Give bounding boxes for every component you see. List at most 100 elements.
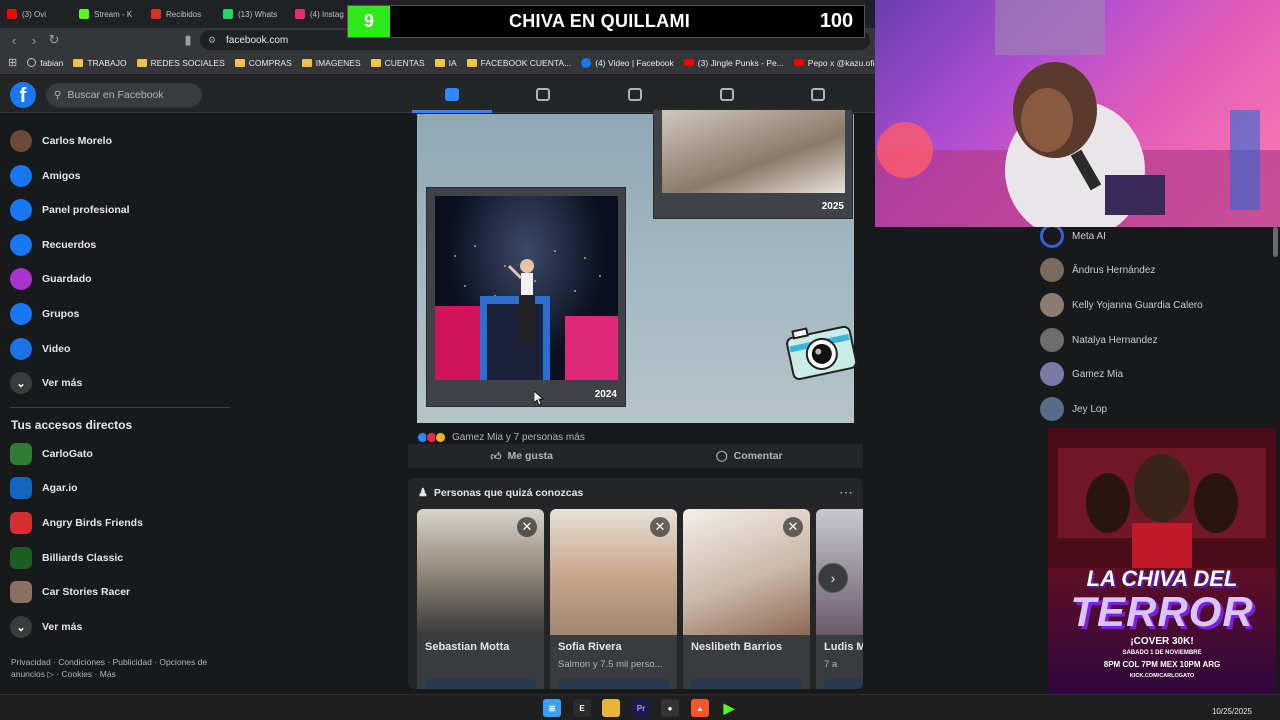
add-friend-button[interactable] bbox=[425, 679, 536, 689]
browser-tab[interactable]: Recibidos bbox=[144, 0, 216, 28]
shortcut-item[interactable]: Car Stories Racer bbox=[10, 577, 230, 607]
facebook-logo[interactable]: f bbox=[10, 82, 36, 108]
tab-label: Stream - K bbox=[94, 9, 133, 19]
sidebar-item[interactable]: Video bbox=[10, 334, 230, 364]
home-tab[interactable] bbox=[412, 75, 492, 113]
add-friend-button[interactable] bbox=[824, 679, 863, 689]
shortcut-item[interactable]: Angry Birds Friends bbox=[10, 508, 230, 538]
bookmark-item[interactable]: Pepo x @kazu.oficia... bbox=[793, 57, 875, 68]
kick-icon[interactable]: ▶ bbox=[720, 699, 738, 717]
reload-icon[interactable]: ↻ bbox=[44, 32, 64, 48]
bookmark-item[interactable]: TRABAJO bbox=[73, 58, 127, 68]
bookmark-item[interactable]: FACEBOOK CUENTA... bbox=[466, 58, 571, 68]
next-arrow-icon[interactable]: › bbox=[818, 563, 848, 593]
contact-item[interactable]: Natalya Hernandez bbox=[1040, 327, 1158, 353]
add-friend-button[interactable] bbox=[558, 679, 669, 689]
pymk-header: ♟ Personas que quizá conozcas bbox=[418, 486, 583, 500]
tab-favicon-icon bbox=[151, 9, 161, 19]
sidebar-item-label: Video bbox=[42, 343, 71, 355]
more-options-icon[interactable]: ⋯ bbox=[839, 484, 853, 501]
sidebar-item[interactable]: ⌄ Ver más bbox=[10, 368, 230, 398]
shortcut-item[interactable]: Agar.io bbox=[10, 473, 230, 503]
close-icon[interactable]: ✕ bbox=[517, 517, 537, 537]
windows-start-icon[interactable]: ⊞ bbox=[543, 699, 561, 717]
browser-tab[interactable]: (3) Ovi bbox=[0, 0, 72, 28]
video-tab[interactable] bbox=[595, 75, 675, 113]
apps-grid-icon[interactable]: ⊞ bbox=[8, 56, 17, 69]
footer-links[interactable]: Privacidad · Condiciones · Publicidad · … bbox=[11, 656, 226, 680]
bookmark-item[interactable]: IA bbox=[434, 57, 457, 68]
bookmark-item[interactable]: REDES SOCIALES bbox=[136, 58, 225, 68]
contact-item[interactable]: Āndrus Hernández bbox=[1040, 257, 1155, 283]
scrollbar[interactable] bbox=[1273, 227, 1278, 257]
obs-icon[interactable]: ● bbox=[661, 699, 679, 717]
browser-tab[interactable]: (13) Whats bbox=[216, 0, 288, 28]
memory-card[interactable]: 2025 2024 bbox=[417, 109, 858, 423]
shortcut-icon bbox=[10, 581, 32, 603]
marketplace-tab[interactable] bbox=[687, 75, 767, 113]
file-explorer-icon[interactable] bbox=[602, 699, 620, 717]
poster-cover: ¡COVER 30K! bbox=[1130, 636, 1194, 647]
site-info-icon[interactable]: ⚙ bbox=[208, 35, 216, 46]
contact-item[interactable]: Jey Lop bbox=[1040, 396, 1107, 422]
person-card[interactable]: ✕ Neslibeth Barrios bbox=[683, 509, 810, 689]
bookmark-item[interactable]: (4) Video | Facebook bbox=[581, 57, 674, 68]
premiere-icon[interactable]: Pr bbox=[632, 699, 650, 717]
comment-button[interactable]: ◯ Comentar bbox=[636, 450, 864, 462]
gaming-tab[interactable] bbox=[778, 75, 858, 113]
bookmark-icon[interactable]: ▮ bbox=[178, 32, 198, 48]
person-name[interactable]: Sebastian Motta bbox=[425, 641, 509, 653]
people-you-may-know: ♟ Personas que quizá conozcas ⋯ ✕ Sebasti… bbox=[408, 478, 863, 689]
shortcut-item[interactable]: Billiards Classic bbox=[10, 543, 230, 573]
sidebar-item-label: Grupos bbox=[42, 308, 80, 320]
search-input[interactable]: ⚲ Buscar en Facebook bbox=[46, 83, 202, 107]
add-friend-button[interactable] bbox=[691, 679, 802, 689]
bookmark-item[interactable]: IMAGENES bbox=[301, 58, 361, 68]
brave-browser-icon[interactable]: ▲ bbox=[691, 699, 709, 717]
avatar bbox=[1040, 397, 1064, 421]
bookmark-item[interactable]: CUENTAS bbox=[370, 58, 425, 68]
bookmark-item[interactable]: fabian bbox=[27, 58, 63, 68]
chevron-down-icon: ⌄ bbox=[10, 616, 32, 638]
shortcut-item[interactable]: CarloGato bbox=[10, 439, 230, 469]
sidebar-item[interactable]: Grupos bbox=[10, 299, 230, 329]
avatar bbox=[1040, 362, 1064, 386]
person-card[interactable]: ✕ Sebastian Motta bbox=[417, 509, 544, 689]
person-card[interactable]: Ludis M 7 a bbox=[816, 509, 863, 689]
back-icon[interactable]: ‹ bbox=[4, 33, 24, 48]
close-icon[interactable]: ✕ bbox=[650, 517, 670, 537]
bookmark-label: Pepo x @kazu.oficia... bbox=[807, 57, 875, 68]
shortcut-item[interactable]: ⌄ Ver más bbox=[10, 612, 230, 642]
sidebar-item[interactable]: Amigos bbox=[10, 161, 230, 191]
memory-image bbox=[435, 196, 618, 380]
forward-icon[interactable]: › bbox=[24, 33, 44, 48]
sidebar-item[interactable]: Panel profesional bbox=[10, 195, 230, 225]
sidebar-item[interactable]: Recuerdos bbox=[10, 230, 230, 260]
person-name[interactable]: Ludis M bbox=[824, 641, 863, 653]
memory-photo-illustration bbox=[435, 245, 618, 380]
care-reaction-icon bbox=[435, 431, 446, 443]
person-name[interactable]: Sofia Rivera bbox=[558, 641, 622, 653]
like-button[interactable]: 👍︎ Me gusta bbox=[408, 450, 636, 463]
person-name[interactable]: Neslibeth Barrios bbox=[691, 641, 782, 653]
bookmark-item[interactable]: (3) Jingle Punks - Pe... bbox=[683, 58, 784, 68]
poster-title-line2: TERROR bbox=[1070, 588, 1254, 635]
memory-photo-2024[interactable]: 2024 bbox=[426, 187, 626, 407]
epic-games-icon[interactable]: E bbox=[573, 699, 591, 717]
bookmark-item[interactable]: COMPRAS bbox=[234, 58, 292, 68]
bookmark-label: IA bbox=[448, 57, 457, 68]
contact-item[interactable]: Kelly Yojanna Guardia Calero bbox=[1040, 292, 1203, 318]
browser-tab[interactable]: Stream - K bbox=[72, 0, 144, 28]
dashboard-tab[interactable] bbox=[503, 75, 583, 113]
bookmark-label: (4) Video | Facebook bbox=[595, 57, 674, 68]
memory-photo-2025[interactable]: 2025 bbox=[653, 109, 853, 219]
facebook-icon bbox=[581, 57, 592, 68]
close-icon[interactable]: ✕ bbox=[783, 517, 803, 537]
person-card[interactable]: ✕ Sofia Rivera Salmon y 7.5 mil perso... bbox=[550, 509, 677, 689]
tab-favicon-icon bbox=[295, 9, 305, 19]
folder-icon bbox=[434, 58, 445, 67]
sidebar-item[interactable]: Guardado bbox=[10, 264, 230, 294]
sidebar-item[interactable]: Carlos Morelo bbox=[10, 126, 230, 156]
contact-item[interactable]: Gamez Mia bbox=[1040, 361, 1123, 387]
poster-times: 8PM COL 7PM MEX 10PM ARG bbox=[1103, 660, 1221, 669]
